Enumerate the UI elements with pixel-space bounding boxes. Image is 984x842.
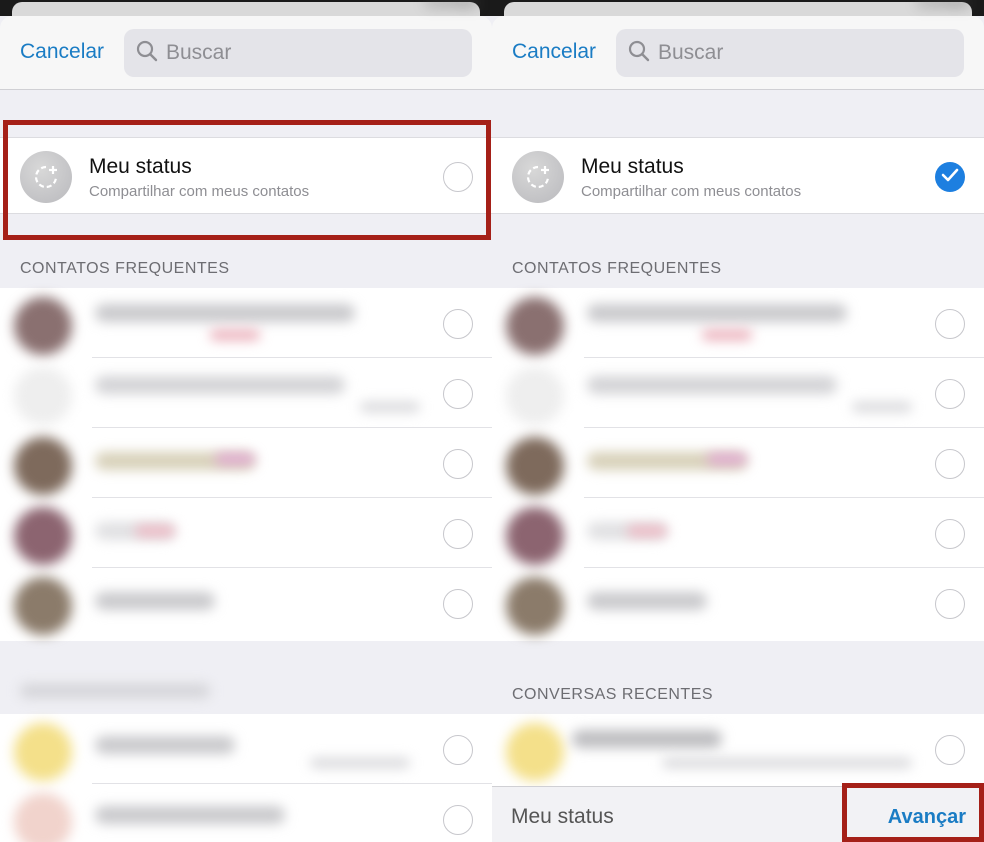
contact-avatar xyxy=(506,577,564,635)
contact-detail-blurred xyxy=(215,454,255,464)
contact-avatar xyxy=(14,437,72,495)
sheet-edge: Contato xyxy=(492,0,984,16)
contact-name-blurred xyxy=(95,806,285,824)
contact-name-blurred xyxy=(95,376,345,394)
contact-row[interactable] xyxy=(0,784,492,842)
contact-radio[interactable] xyxy=(443,449,473,479)
contact-row[interactable] xyxy=(492,568,984,638)
contact-row[interactable] xyxy=(0,498,492,568)
contact-radio[interactable] xyxy=(443,735,473,765)
contact-detail-blurred xyxy=(627,526,667,536)
highlight-box-next xyxy=(842,783,984,842)
contact-row[interactable] xyxy=(492,498,984,568)
contact-radio[interactable] xyxy=(443,379,473,409)
header-peek: Contato xyxy=(425,0,478,11)
contact-detail-blurred xyxy=(662,758,912,768)
contact-detail-blurred xyxy=(707,454,747,464)
contact-avatar xyxy=(14,723,72,781)
my-status-row[interactable]: Meu status Compartilhar com meus contato… xyxy=(492,137,984,214)
contact-detail-blurred xyxy=(210,330,260,340)
contact-row[interactable] xyxy=(0,358,492,428)
search-icon xyxy=(136,40,158,67)
contact-name-blurred xyxy=(587,304,847,322)
my-status-title: Meu status xyxy=(581,155,684,178)
share-panel-selected: Contato Cancelar Meu status Compartilhar… xyxy=(492,0,984,842)
contact-avatar xyxy=(14,297,72,355)
contact-radio[interactable] xyxy=(443,805,473,835)
contact-avatar xyxy=(506,507,564,565)
my-status-radio-checked[interactable] xyxy=(935,162,965,192)
share-panel-unselected: Contato Cancelar Meu status Compartilhar… xyxy=(0,0,492,842)
contact-name-blurred xyxy=(587,592,707,610)
recent-chats-list xyxy=(492,714,984,786)
contact-avatar xyxy=(14,577,72,635)
highlight-box-status xyxy=(3,120,491,240)
frequent-contacts-label: CONTATOS FREQUENTES xyxy=(20,260,230,277)
contact-row[interactable] xyxy=(492,288,984,358)
frequent-contacts-list xyxy=(492,288,984,641)
contact-avatar xyxy=(506,297,564,355)
contact-name-blurred xyxy=(95,592,215,610)
contact-row[interactable] xyxy=(492,428,984,498)
contact-name-blurred xyxy=(587,376,837,394)
contact-radio[interactable] xyxy=(935,589,965,619)
recent-chats-list xyxy=(0,714,492,842)
contact-name-blurred xyxy=(572,730,722,748)
contact-detail-blurred xyxy=(135,526,175,536)
my-status-subtitle: Compartilhar com meus contatos xyxy=(581,183,802,200)
contact-row[interactable] xyxy=(0,714,492,784)
search-bar[interactable] xyxy=(616,29,964,77)
section-label-blurred xyxy=(20,684,210,698)
contact-row[interactable] xyxy=(492,714,984,784)
contact-detail-blurred xyxy=(360,402,420,412)
search-bar[interactable] xyxy=(124,29,472,77)
cancel-button[interactable]: Cancelar xyxy=(20,40,104,64)
contact-radio[interactable] xyxy=(443,309,473,339)
contact-row[interactable] xyxy=(0,428,492,498)
frequent-contacts-label: CONTATOS FREQUENTES xyxy=(512,260,722,277)
contact-radio[interactable] xyxy=(935,379,965,409)
contact-avatar xyxy=(506,723,564,781)
contact-radio[interactable] xyxy=(935,519,965,549)
frequent-contacts-list xyxy=(0,288,492,641)
search-input[interactable] xyxy=(658,41,858,65)
contact-name-blurred xyxy=(95,736,235,754)
contact-detail-blurred xyxy=(702,330,752,340)
contact-detail-blurred xyxy=(852,402,912,412)
checkmark-icon xyxy=(941,168,959,187)
contact-name-blurred xyxy=(95,304,355,322)
header: Cancelar xyxy=(492,16,984,90)
search-icon xyxy=(628,40,650,67)
contact-row[interactable] xyxy=(0,288,492,358)
contact-avatar xyxy=(14,507,72,565)
contact-radio[interactable] xyxy=(935,449,965,479)
cancel-button[interactable]: Cancelar xyxy=(512,40,596,64)
contact-avatar xyxy=(14,367,72,425)
search-input[interactable] xyxy=(166,41,366,65)
contact-radio[interactable] xyxy=(935,309,965,339)
contact-radio[interactable] xyxy=(443,589,473,619)
status-add-icon xyxy=(512,151,564,203)
contact-radio[interactable] xyxy=(935,735,965,765)
contact-detail-blurred xyxy=(310,758,410,768)
contact-avatar xyxy=(506,437,564,495)
contact-row[interactable] xyxy=(492,358,984,428)
header-peek: Contato xyxy=(917,0,970,11)
header: Cancelar xyxy=(0,16,492,90)
contact-avatar xyxy=(506,367,564,425)
contact-radio[interactable] xyxy=(443,519,473,549)
contact-avatar xyxy=(14,793,72,842)
recent-chats-label: CONVERSAS RECENTES xyxy=(512,686,714,703)
contact-row[interactable] xyxy=(0,568,492,638)
sheet-edge: Contato xyxy=(0,0,492,16)
selection-label: Meu status xyxy=(511,805,614,828)
